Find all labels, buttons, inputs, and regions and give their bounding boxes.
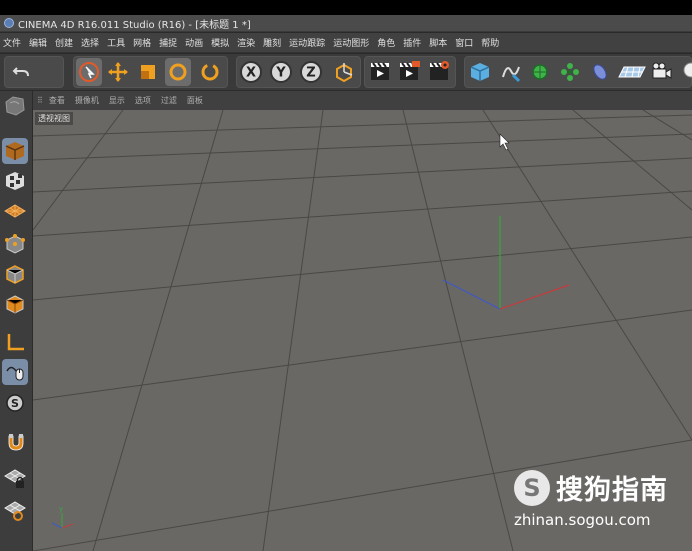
edge-mode-icon[interactable] [2,261,28,287]
x-axis-icon[interactable]: X [238,58,264,86]
menu-bar: 文件 编辑 创建 选择 工具 网格 捕捉 动画 模拟 渲染 雕刻 运动跟踪 运动… [0,33,692,53]
render-view-icon[interactable] [367,58,393,86]
menu-file[interactable]: 文件 [3,36,21,49]
solo-mode-icon[interactable]: S [2,390,28,416]
viewport-menu-bar: ⠿ 查看 摄像机 显示 选项 过滤 面板 [33,91,692,110]
menu-snap[interactable]: 捕捉 [159,36,177,49]
point-mode-icon[interactable] [2,231,28,257]
main-toolbar: X Y Z [0,54,692,91]
vp-menu-panel[interactable]: 面板 [187,95,203,106]
menu-plugins[interactable]: 插件 [403,36,421,49]
c4d-app-window: CINEMA 4D R16.011 Studio (R16) - [未标题 1 … [0,0,692,551]
svg-text:Z: Z [306,66,315,81]
render-picture-queue-icon[interactable] [396,58,422,86]
y-axis-icon[interactable]: Y [268,58,294,86]
checker-mode-icon[interactable] [2,168,28,194]
menu-create[interactable]: 创建 [55,36,73,49]
vp-menu-cameras[interactable]: 摄像机 [75,95,99,106]
c4d-logo-icon [4,18,14,28]
workplane-mode-icon[interactable] [2,197,28,223]
viewport-label: 透视视图 [35,112,73,125]
svg-text:Y: Y [275,66,286,81]
vp-menu-options[interactable]: 选项 [135,95,151,106]
menu-character[interactable]: 角色 [377,36,395,49]
menu-mesh[interactable]: 网格 [133,36,151,49]
scale-icon[interactable] [135,58,161,86]
live-select-icon[interactable] [76,58,102,86]
window-title: CINEMA 4D R16.011 Studio (R16) - [未标题 1 … [18,19,251,31]
left-mode-toolbar: S [0,91,33,551]
array-icon[interactable] [557,58,583,86]
menu-help[interactable]: 帮助 [481,36,499,49]
tweak-mode-icon[interactable] [2,359,28,385]
planar-workplane-icon[interactable] [2,497,28,523]
subdivision-icon[interactable] [527,58,553,86]
menu-render[interactable]: 渲染 [237,36,255,49]
menu-animate[interactable]: 动画 [185,36,203,49]
cube-icon[interactable] [467,58,493,86]
menu-mograph[interactable]: 运动图形 [333,36,369,49]
vp-menu-display[interactable]: 显示 [109,95,125,106]
world-coord-icon[interactable] [330,58,356,86]
viewport-grip-icon: ⠿ [37,96,43,105]
menu-motion-tracking[interactable]: 运动跟踪 [289,36,325,49]
rotate-alt-icon[interactable] [197,58,223,86]
svg-text:S: S [11,397,19,410]
sogou-logo-icon: S [514,469,550,506]
menu-window[interactable]: 窗口 [455,36,473,49]
spline-pen-icon[interactable] [497,58,523,86]
z-axis-icon[interactable]: Z [298,58,324,86]
svg-text:X: X [246,66,256,81]
workplane-lock-icon[interactable] [2,465,28,491]
camera-icon[interactable] [649,58,675,86]
title-bar: CINEMA 4D R16.011 Studio (R16) - [未标题 1 … [0,15,692,32]
model-mode-icon[interactable] [2,93,28,119]
move-icon[interactable] [105,58,131,86]
texture-mode-icon[interactable] [2,138,28,164]
menu-edit[interactable]: 编辑 [29,36,47,49]
menu-select[interactable]: 选择 [81,36,99,49]
menu-tools[interactable]: 工具 [107,36,125,49]
snap-icon[interactable] [2,429,28,455]
vp-menu-filter[interactable]: 过滤 [161,95,177,106]
axis-mode-icon[interactable] [2,329,28,355]
floor-icon[interactable] [617,58,647,86]
menu-simulate[interactable]: 模拟 [211,36,229,49]
sogou-watermark: S 搜狗指南 zhinan.sogou.com [514,468,668,529]
watermark-brand: 搜狗指南 [556,475,668,506]
polygon-mode-icon[interactable] [2,291,28,317]
sogou-logo-letter: S [523,473,541,502]
light-icon[interactable] [676,58,692,86]
top-black-strip [0,0,692,15]
svg-text:y: y [59,505,63,513]
menu-script[interactable]: 脚本 [429,36,447,49]
rotate-icon[interactable] [165,58,191,86]
deformer-icon[interactable] [587,58,613,86]
watermark-url: zhinan.sogou.com [514,511,651,529]
render-settings-icon[interactable] [426,58,452,86]
undo-icon[interactable] [8,58,34,86]
vp-menu-view[interactable]: 查看 [49,95,65,106]
perspective-viewport[interactable]: y 透视视图 S 搜狗指南 zhinan.sogou.com [33,110,692,551]
menu-sculpt[interactable]: 雕刻 [263,36,281,49]
